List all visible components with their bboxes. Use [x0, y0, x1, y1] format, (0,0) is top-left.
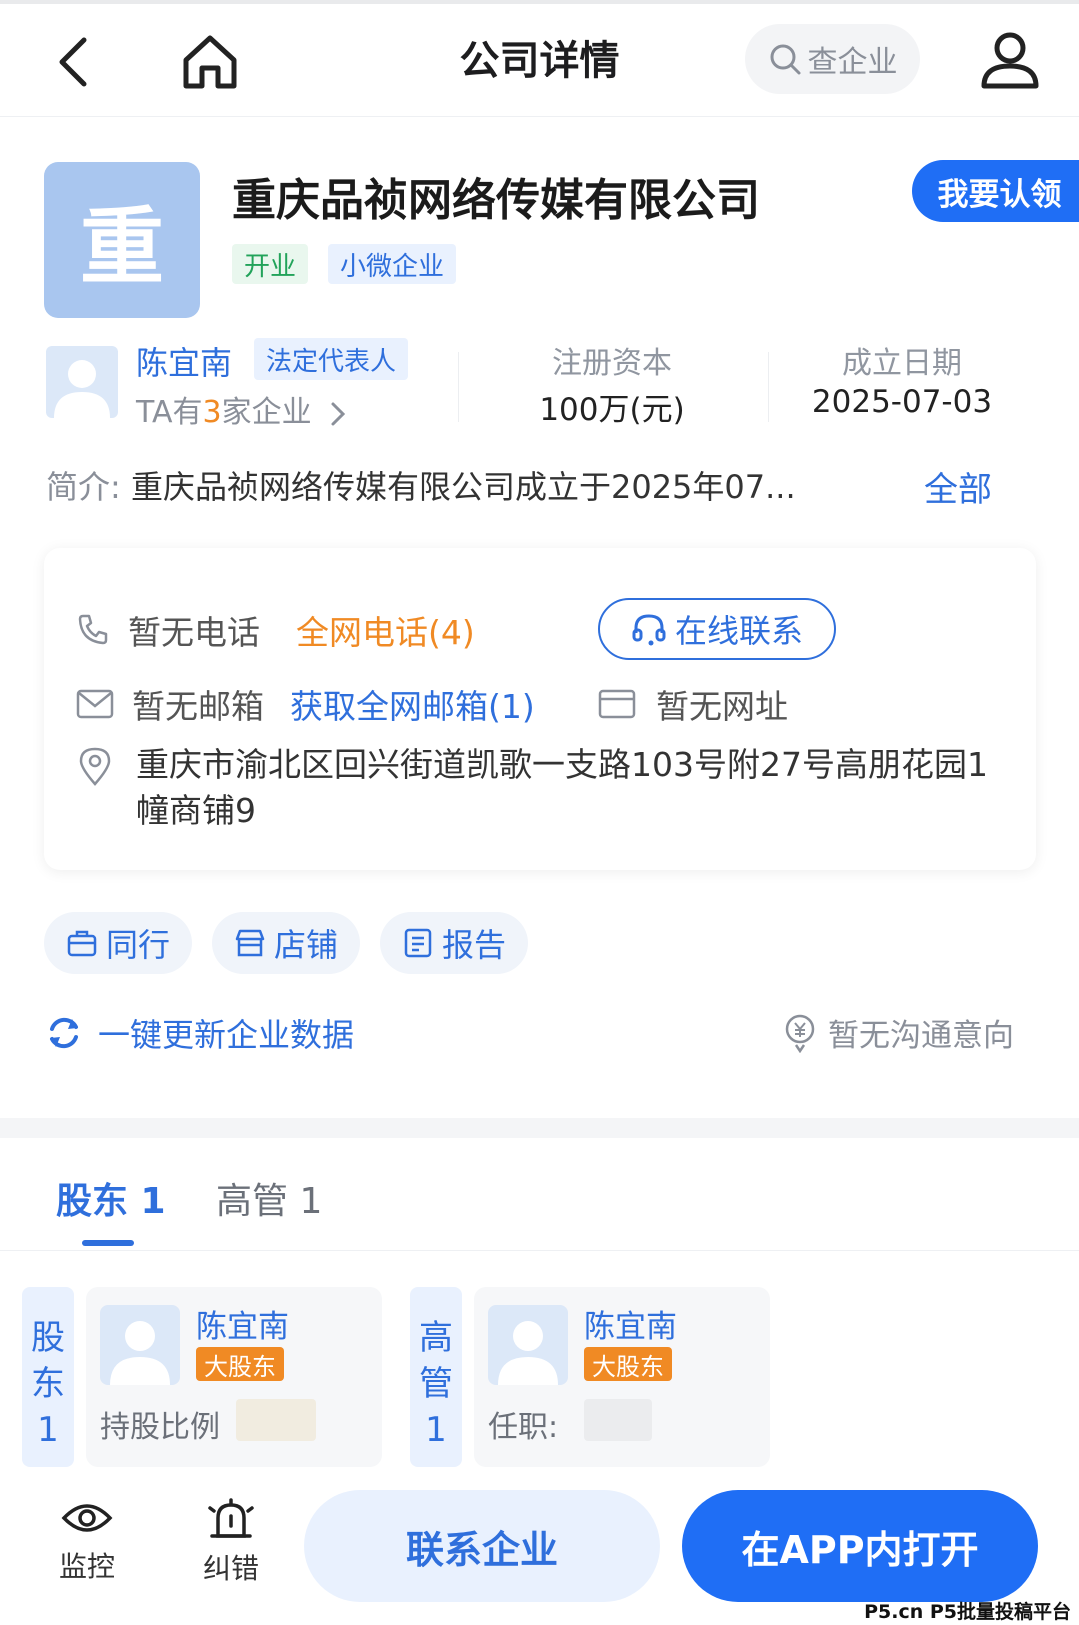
user-icon — [981, 32, 1039, 89]
major-shareholder-badge: 大股东 — [196, 1347, 284, 1381]
ent-count: 3 — [202, 395, 222, 430]
ent-prefix: TA有 — [136, 395, 203, 430]
tab-active-indicator — [82, 1240, 134, 1246]
correct-label: 纠错 — [202, 1552, 259, 1585]
scale-badge: 小微企业 — [328, 244, 457, 284]
eye-icon — [61, 1504, 113, 1532]
search-label: 查企业 — [807, 45, 898, 80]
phone-none: 暂无电话 — [128, 613, 260, 652]
stat-divider — [458, 352, 459, 422]
shareholder-card[interactable]: 陈宜南 大股东 持股比例 — [86, 1287, 382, 1467]
report-chip[interactable]: 报告 — [380, 912, 529, 974]
location-pin-icon — [79, 747, 111, 786]
intro: 简介: 重庆品祯网络传媒有限公司成立于2025年07... — [46, 462, 796, 508]
search-icon — [770, 44, 800, 75]
header-divider — [0, 116, 1079, 117]
shop-chip[interactable]: 店铺 — [212, 912, 361, 974]
executive-name: 陈宜南 — [584, 1309, 677, 1345]
shop-label: 店铺 — [274, 926, 339, 964]
contact-company-button[interactable]: 联系企业 — [304, 1490, 660, 1602]
chevron-right-icon — [331, 402, 346, 425]
alarm-icon — [208, 1498, 254, 1538]
ent-suffix: 家企业 — [221, 395, 312, 430]
capital-value: 100万(元) — [539, 392, 685, 428]
executive-card[interactable]: 陈宜南 大股东 任职: — [474, 1287, 770, 1467]
company-logo: 重 — [44, 162, 200, 318]
executives-section-label[interactable]: 高管1 — [410, 1287, 462, 1467]
tab-divider — [0, 1250, 1079, 1251]
headset-icon — [632, 614, 666, 646]
correct-button[interactable]: 纠错 — [186, 1498, 276, 1587]
legal-rep-name[interactable]: 陈宜南 — [136, 338, 232, 384]
website-icon — [598, 689, 636, 719]
store-icon — [235, 929, 265, 957]
peers-chip[interactable]: 同行 — [44, 912, 193, 974]
all-phones-link[interactable]: 全网电话(4) — [296, 606, 475, 654]
phone-icon — [78, 614, 108, 645]
share-ratio-label: 持股比例 — [100, 1410, 220, 1445]
online-contact-button[interactable]: 在线联系 — [598, 598, 836, 660]
founded-label: 成立日期 — [842, 346, 962, 381]
person-placeholder-icon — [498, 1321, 558, 1385]
watermark: P5.cn P5批量投稿平台 — [864, 1601, 1071, 1623]
intent-label: 暂无沟通意向 — [828, 1018, 1014, 1054]
monitor-button[interactable]: 监控 — [42, 1498, 132, 1585]
avatar[interactable] — [46, 346, 118, 418]
capital-label: 注册资本 — [552, 346, 672, 381]
get-email-link[interactable]: 获取全网邮箱(1) — [290, 680, 535, 728]
status-badge: 开业 — [232, 244, 309, 284]
shareholder-name: 陈宜南 — [196, 1309, 289, 1345]
peers-label: 同行 — [106, 926, 171, 964]
avatar — [488, 1305, 568, 1385]
section-separator — [0, 1118, 1079, 1138]
tab-executives[interactable]: 高管 1 — [216, 1172, 322, 1224]
person-placeholder-icon — [54, 360, 110, 418]
founded-value: 2025-07-03 — [811, 384, 993, 420]
content-fade — [0, 1467, 1079, 1479]
monitor-label: 监控 — [58, 1550, 115, 1583]
report-icon — [404, 928, 432, 958]
money-pin-icon — [785, 1014, 815, 1053]
company-name: 重庆品祯网络传媒有限公司 — [232, 175, 760, 226]
report-label: 报告 — [442, 926, 507, 964]
intro-more-link[interactable]: 全部 — [924, 462, 992, 511]
intro-label: 简介: — [46, 468, 121, 506]
legal-rep-badge: 法定代表人 — [254, 338, 409, 380]
refresh-icon — [50, 1017, 78, 1049]
position-value-blurred — [584, 1399, 652, 1441]
email-none: 暂无邮箱 — [132, 687, 264, 726]
mail-icon — [76, 689, 114, 719]
online-contact-label: 在线联系 — [674, 612, 803, 650]
open-in-app-button[interactable]: 在APP内打开 — [682, 1490, 1038, 1602]
avatar — [100, 1305, 180, 1385]
claim-button[interactable]: 我要认领 — [912, 160, 1079, 222]
briefcase-icon — [67, 930, 97, 957]
position-label: 任职: — [488, 1410, 559, 1445]
company-address[interactable]: 重庆市渝北区回兴街道凯歌一支路103号附27号高朋花园1幢商铺9 — [136, 742, 996, 834]
tab-shareholders[interactable]: 股东 1 — [56, 1172, 166, 1224]
refresh-label: 一键更新企业数据 — [98, 1016, 355, 1054]
search-company-button[interactable]: 查企业 — [745, 24, 920, 94]
intro-text: 重庆品祯网络传媒有限公司成立于2025年07... — [130, 468, 796, 506]
user-button[interactable] — [978, 28, 1042, 92]
refresh-data-button[interactable]: 一键更新企业数据 — [44, 1010, 354, 1056]
legal-rep-enterprises[interactable]: TA有3家企业 — [136, 387, 351, 431]
share-ratio-value-blurred — [236, 1399, 316, 1441]
person-placeholder-icon — [110, 1321, 170, 1385]
intent-status[interactable]: 暂无沟通意向 — [782, 1010, 1014, 1055]
website-none: 暂无网址 — [656, 687, 788, 726]
status-divider — [0, 0, 1079, 4]
major-shareholder-badge: 大股东 — [584, 1347, 672, 1381]
stat-divider — [768, 352, 769, 422]
shareholders-section-label[interactable]: 股东1 — [22, 1287, 74, 1467]
